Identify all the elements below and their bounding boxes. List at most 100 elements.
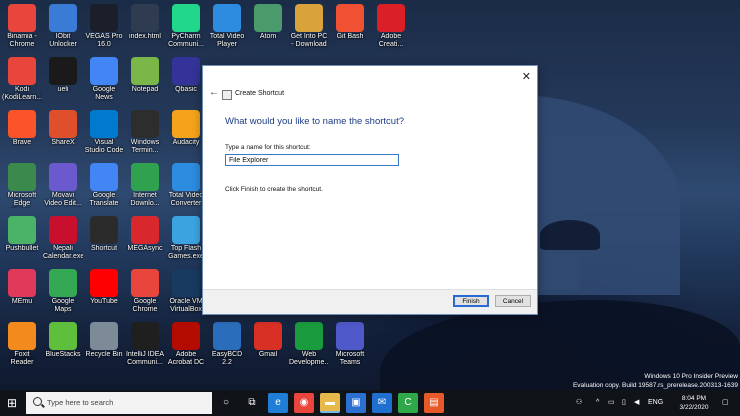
desktop-icon-label: Visual Studio Code — [84, 139, 124, 154]
desktop-icon[interactable]: Movavi Video Edit... — [43, 161, 83, 208]
desktop-icon[interactable]: Foxit Reader — [2, 320, 42, 367]
desktop-icon[interactable]: Top Flash Games.exe — [166, 214, 206, 261]
desktop-icon[interactable]: Adobe Acrobat DC — [166, 320, 206, 367]
desktop-icon-label: Notepad — [131, 86, 159, 93]
camtasia-icon[interactable]: C — [398, 393, 418, 413]
unlocker-icon — [49, 4, 77, 32]
desktop-icon[interactable]: Internet Downlo... — [125, 161, 165, 208]
desktop-icon[interactable]: Shortcut — [84, 214, 124, 253]
desktop-icon-label: Audacity — [172, 139, 200, 146]
desktop-icon[interactable]: Get Into PC - Download ... — [289, 2, 329, 49]
intellij-icon — [131, 322, 159, 350]
qbasic-icon — [172, 57, 200, 85]
easybcd-icon — [213, 322, 241, 350]
desktop-icon[interactable]: Web Developme... — [289, 320, 329, 367]
desktop-icon-label: index.html — [129, 33, 161, 40]
task-view-icon[interactable]: ⧉ — [242, 393, 262, 413]
notifications-icon[interactable]: ▢ — [722, 390, 729, 416]
desktop-icon[interactable]: Brave — [2, 108, 42, 147]
gmail-icon — [254, 322, 282, 350]
movavi-icon — [49, 163, 77, 191]
volume-icon[interactable]: ◀ — [634, 390, 639, 416]
desktop-icon[interactable]: Qbasic — [166, 55, 206, 94]
desktop-icon[interactable]: Kodi (KodiLearn...) — [2, 55, 42, 102]
search-icon — [33, 397, 42, 406]
language-indicator[interactable]: ENG — [648, 390, 663, 416]
desktop-icon-label: Google Chrome — [132, 298, 158, 313]
desktop-icon[interactable]: IntelliJ IDEA Communi... — [125, 320, 165, 367]
back-arrow-icon[interactable]: ← — [209, 87, 219, 98]
desktop-icon-label: Binamia - Chrome — [7, 33, 37, 48]
desktop-icon[interactable]: Recycle Bin — [84, 320, 124, 359]
taskbar-search-box[interactable]: Type here to search — [26, 392, 212, 414]
desktop-icon[interactable]: Microsoft Teams — [330, 320, 370, 367]
desktop-icon[interactable]: Windows Termin... — [125, 108, 165, 155]
desktop-icon[interactable]: PyCharm Communi... — [166, 2, 206, 49]
desktop-icon[interactable]: MEGAsync — [125, 214, 165, 253]
show-hidden-icons-chevron-icon[interactable]: ^ — [596, 390, 599, 416]
desktop-icon[interactable]: Google Maps — [43, 267, 83, 314]
shortcut-name-label: Type a name for this shortcut: — [225, 144, 311, 151]
people-icon[interactable]: ⚇ — [576, 390, 582, 416]
chrome-icon — [131, 269, 159, 297]
desktop-icon-label: Movavi Video Edit... — [44, 192, 82, 207]
desktop-icon-label: Atom — [259, 33, 277, 40]
desktop-icon[interactable]: Google News — [84, 55, 124, 102]
video-converter-icon — [172, 163, 200, 191]
desktop-icon-label: Microsoft Edge Canary — [7, 192, 37, 207]
desktop-icon[interactable]: EasyBCD 2.2 — [207, 320, 247, 367]
cancel-button[interactable]: Cancel — [495, 295, 531, 307]
close-icon[interactable]: ✕ — [522, 70, 531, 83]
desktop-icon-label: Adobe Acrobat DC — [167, 351, 205, 366]
desktop-icon[interactable]: Visual Studio Code — [84, 108, 124, 155]
desktop-icon[interactable]: Atom — [248, 2, 288, 41]
network-icon[interactable]: ▭ — [608, 390, 615, 416]
desktop-icon[interactable]: IObit Unlocker — [43, 2, 83, 49]
desktop-icon[interactable]: YouTube — [84, 267, 124, 306]
store-icon[interactable]: ▣ — [346, 393, 366, 413]
desktop-icon[interactable]: Gmail — [248, 320, 288, 359]
brave-icon — [8, 110, 36, 138]
desktop-icon[interactable]: Pushbullet — [2, 214, 42, 253]
desktop-icon[interactable]: Google Chrome — [125, 267, 165, 314]
desktop-icon[interactable]: Adobe Creati... — [371, 2, 411, 49]
desktop-icon-label: YouTube — [90, 298, 118, 305]
mail-icon[interactable]: ✉ — [372, 393, 392, 413]
start-button[interactable]: ⊞ — [0, 390, 24, 416]
desktop-icon[interactable]: Notepad — [125, 55, 165, 94]
google-translate-icon — [90, 163, 118, 191]
desktop-icon[interactable]: BlueStacks — [43, 320, 83, 359]
desktop-icon-label: ueli — [57, 86, 69, 93]
desktop-icon-label: Git Bash — [336, 33, 364, 40]
desktop-icon-label: IObit Unlocker — [49, 33, 77, 48]
dialog-heading: What would you like to name the shortcut… — [225, 116, 405, 127]
desktop-icon[interactable]: ShareX — [43, 108, 83, 147]
desktop-icon-label: BlueStacks — [45, 351, 81, 358]
desktop-icon[interactable]: Microsoft Edge Canary — [2, 161, 42, 208]
desktop-icon[interactable]: Binamia - Chrome — [2, 2, 42, 49]
edge-icon[interactable]: e — [268, 393, 288, 413]
file-explorer-icon[interactable]: ▬ — [320, 393, 340, 413]
desktop-icon[interactable]: MEmu — [2, 267, 42, 306]
youtube-icon — [90, 269, 118, 297]
desktop-icon[interactable]: Oracle VM VirtualBox — [166, 267, 206, 314]
desktop-icon-label: VEGAS Pro 16.0 — [85, 33, 123, 48]
desktop-icon-label: Shortcut — [90, 245, 118, 252]
desktop-icon[interactable]: Total Video Converter — [166, 161, 206, 208]
desktop-icon[interactable]: index.html — [125, 2, 165, 41]
finish-button[interactable]: Finish — [453, 295, 489, 307]
system-clock[interactable]: 8:04 PM 3/22/2020 — [670, 394, 718, 412]
desktop-icon[interactable]: Git Bash — [330, 2, 370, 41]
desktop-icon[interactable]: Nepali Calendar.exe — [43, 214, 83, 261]
shortcut-name-input[interactable] — [225, 154, 399, 166]
desktop-icon[interactable]: VEGAS Pro 16.0 — [84, 2, 124, 49]
desktop-icon[interactable]: Total Video Player — [207, 2, 247, 49]
desktop-icon-label: Qbasic — [175, 86, 197, 93]
cortana-icon[interactable]: ○ — [216, 393, 236, 413]
battery-icon[interactable]: ▯ — [622, 390, 626, 416]
desktop-icon[interactable]: Google Translate — [84, 161, 124, 208]
app-icon[interactable]: ▤ — [424, 393, 444, 413]
desktop-icon[interactable]: ueli — [43, 55, 83, 94]
chrome-icon[interactable]: ◉ — [294, 393, 314, 413]
desktop-icon[interactable]: Audacity — [166, 108, 206, 147]
